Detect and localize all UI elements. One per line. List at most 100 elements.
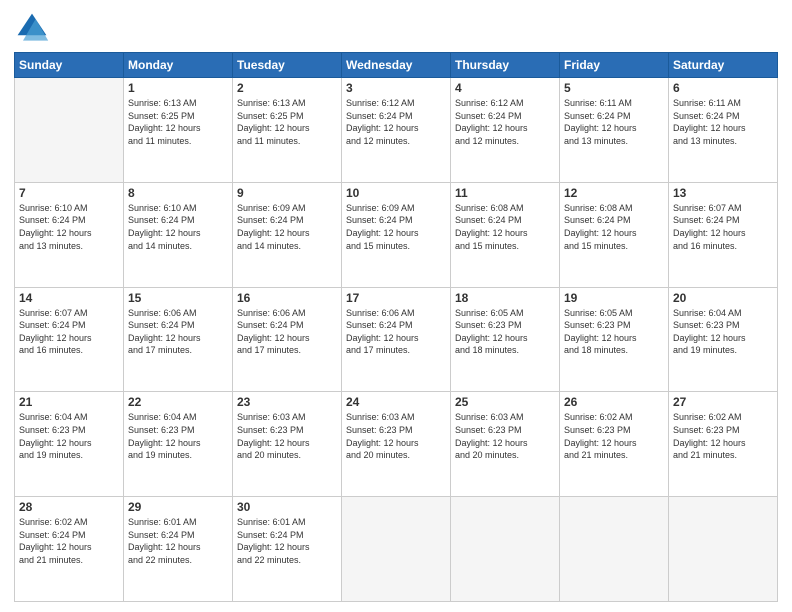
day-info: Sunrise: 6:11 AM Sunset: 6:24 PM Dayligh… — [673, 97, 773, 147]
day-info: Sunrise: 6:04 AM Sunset: 6:23 PM Dayligh… — [128, 411, 228, 461]
day-number: 26 — [564, 395, 664, 409]
day-info: Sunrise: 6:07 AM Sunset: 6:24 PM Dayligh… — [673, 202, 773, 252]
day-number: 23 — [237, 395, 337, 409]
week-row-5: 28 Sunrise: 6:02 AM Sunset: 6:24 PM Dayli… — [15, 497, 778, 602]
day-cell: 12Sunrise: 6:08 AM Sunset: 6:24 PM Dayli… — [560, 182, 669, 287]
day-number: 21 — [19, 395, 119, 409]
day-number: 11 — [455, 186, 555, 200]
day-number: 25 — [455, 395, 555, 409]
day-info: Sunrise: 6:10 AM Sunset: 6:24 PM Dayligh… — [128, 202, 228, 252]
day-number: 18 — [455, 291, 555, 305]
day-cell — [451, 497, 560, 602]
day-cell — [560, 497, 669, 602]
weekday-tuesday: Tuesday — [233, 53, 342, 78]
day-info: Sunrise: 6:04 AM Sunset: 6:23 PM Dayligh… — [19, 411, 119, 461]
day-number: 30 — [237, 500, 337, 514]
header — [14, 10, 778, 46]
day-cell: 7 Sunrise: 6:10 AM Sunset: 6:24 PM Daylig… — [15, 182, 124, 287]
day-cell: 17 Sunrise: 6:06 AM Sunset: 6:24 PM Dayli… — [342, 287, 451, 392]
day-info: Sunrise: 6:09 AM Sunset: 6:24 PM Dayligh… — [346, 202, 446, 252]
day-cell: 26 Sunrise: 6:02 AM Sunset: 6:23 PM Dayli… — [560, 392, 669, 497]
day-cell: 8 Sunrise: 6:10 AM Sunset: 6:24 PM Daylig… — [124, 182, 233, 287]
day-info: Sunrise: 6:10 AM Sunset: 6:24 PM Dayligh… — [19, 202, 119, 252]
day-cell: 30Sunrise: 6:01 AM Sunset: 6:24 PM Dayli… — [233, 497, 342, 602]
weekday-monday: Monday — [124, 53, 233, 78]
week-row-1: 1 Sunrise: 6:13 AM Sunset: 6:25 PM Daylig… — [15, 78, 778, 183]
calendar-table: SundayMondayTuesdayWednesdayThursdayFrid… — [14, 52, 778, 602]
day-cell: 2 Sunrise: 6:13 AM Sunset: 6:25 PM Daylig… — [233, 78, 342, 183]
weekday-sunday: Sunday — [15, 53, 124, 78]
calendar-header: SundayMondayTuesdayWednesdayThursdayFrid… — [15, 53, 778, 78]
day-cell: 19Sunrise: 6:05 AM Sunset: 6:23 PM Dayli… — [560, 287, 669, 392]
day-cell: 21 Sunrise: 6:04 AM Sunset: 6:23 PM Dayli… — [15, 392, 124, 497]
week-row-2: 7 Sunrise: 6:10 AM Sunset: 6:24 PM Daylig… — [15, 182, 778, 287]
day-cell — [342, 497, 451, 602]
day-cell — [15, 78, 124, 183]
day-cell: 20 Sunrise: 6:04 AM Sunset: 6:23 PM Dayli… — [669, 287, 778, 392]
day-cell: 10 Sunrise: 6:09 AM Sunset: 6:24 PM Dayli… — [342, 182, 451, 287]
calendar-body: 1 Sunrise: 6:13 AM Sunset: 6:25 PM Daylig… — [15, 78, 778, 602]
day-info: Sunrise: 6:03 AM Sunset: 6:23 PM Dayligh… — [237, 411, 337, 461]
day-cell: 27 Sunrise: 6:02 AM Sunset: 6:23 PM Dayli… — [669, 392, 778, 497]
day-number: 12 — [564, 186, 664, 200]
logo — [14, 10, 54, 46]
day-number: 8 — [128, 186, 228, 200]
day-cell: 28 Sunrise: 6:02 AM Sunset: 6:24 PM Dayli… — [15, 497, 124, 602]
day-cell: 11 Sunrise: 6:08 AM Sunset: 6:24 PM Dayli… — [451, 182, 560, 287]
day-number: 9 — [237, 186, 337, 200]
day-cell: 15 Sunrise: 6:06 AM Sunset: 6:24 PM Dayli… — [124, 287, 233, 392]
day-info: Sunrise: 6:07 AM Sunset: 6:24 PM Dayligh… — [19, 307, 119, 357]
day-number: 1 — [128, 81, 228, 95]
day-number: 19 — [564, 291, 664, 305]
day-number: 2 — [237, 81, 337, 95]
weekday-header-row: SundayMondayTuesdayWednesdayThursdayFrid… — [15, 53, 778, 78]
day-info: Sunrise: 6:02 AM Sunset: 6:23 PM Dayligh… — [564, 411, 664, 461]
day-info: Sunrise: 6:12 AM Sunset: 6:24 PM Dayligh… — [455, 97, 555, 147]
day-cell: 5Sunrise: 6:11 AM Sunset: 6:24 PM Daylig… — [560, 78, 669, 183]
day-number: 6 — [673, 81, 773, 95]
day-number: 13 — [673, 186, 773, 200]
day-info: Sunrise: 6:06 AM Sunset: 6:24 PM Dayligh… — [346, 307, 446, 357]
day-cell: 1 Sunrise: 6:13 AM Sunset: 6:25 PM Daylig… — [124, 78, 233, 183]
day-cell: 9 Sunrise: 6:09 AM Sunset: 6:24 PM Daylig… — [233, 182, 342, 287]
day-cell: 22 Sunrise: 6:04 AM Sunset: 6:23 PM Dayli… — [124, 392, 233, 497]
day-cell: 14 Sunrise: 6:07 AM Sunset: 6:24 PM Dayli… — [15, 287, 124, 392]
day-number: 7 — [19, 186, 119, 200]
day-info: Sunrise: 6:02 AM Sunset: 6:24 PM Dayligh… — [19, 516, 119, 566]
day-number: 14 — [19, 291, 119, 305]
day-info: Sunrise: 6:03 AM Sunset: 6:23 PM Dayligh… — [455, 411, 555, 461]
day-number: 24 — [346, 395, 446, 409]
day-cell: 13 Sunrise: 6:07 AM Sunset: 6:24 PM Dayli… — [669, 182, 778, 287]
weekday-wednesday: Wednesday — [342, 53, 451, 78]
weekday-thursday: Thursday — [451, 53, 560, 78]
day-cell: 3Sunrise: 6:12 AM Sunset: 6:24 PM Daylig… — [342, 78, 451, 183]
day-number: 15 — [128, 291, 228, 305]
day-cell — [669, 497, 778, 602]
day-info: Sunrise: 6:04 AM Sunset: 6:23 PM Dayligh… — [673, 307, 773, 357]
day-info: Sunrise: 6:08 AM Sunset: 6:24 PM Dayligh… — [455, 202, 555, 252]
day-info: Sunrise: 6:02 AM Sunset: 6:23 PM Dayligh… — [673, 411, 773, 461]
day-number: 16 — [237, 291, 337, 305]
day-number: 29 — [128, 500, 228, 514]
day-cell: 6 Sunrise: 6:11 AM Sunset: 6:24 PM Daylig… — [669, 78, 778, 183]
day-info: Sunrise: 6:11 AM Sunset: 6:24 PM Dayligh… — [564, 97, 664, 147]
day-cell: 16Sunrise: 6:06 AM Sunset: 6:24 PM Dayli… — [233, 287, 342, 392]
day-number: 10 — [346, 186, 446, 200]
day-cell: 25 Sunrise: 6:03 AM Sunset: 6:23 PM Dayli… — [451, 392, 560, 497]
day-cell: 24 Sunrise: 6:03 AM Sunset: 6:23 PM Dayli… — [342, 392, 451, 497]
day-info: Sunrise: 6:06 AM Sunset: 6:24 PM Dayligh… — [128, 307, 228, 357]
day-info: Sunrise: 6:13 AM Sunset: 6:25 PM Dayligh… — [237, 97, 337, 147]
day-number: 27 — [673, 395, 773, 409]
day-info: Sunrise: 6:09 AM Sunset: 6:24 PM Dayligh… — [237, 202, 337, 252]
week-row-3: 14 Sunrise: 6:07 AM Sunset: 6:24 PM Dayli… — [15, 287, 778, 392]
day-number: 20 — [673, 291, 773, 305]
weekday-friday: Friday — [560, 53, 669, 78]
day-number: 28 — [19, 500, 119, 514]
day-number: 22 — [128, 395, 228, 409]
day-info: Sunrise: 6:05 AM Sunset: 6:23 PM Dayligh… — [455, 307, 555, 357]
day-cell: 23 Sunrise: 6:03 AM Sunset: 6:23 PM Dayli… — [233, 392, 342, 497]
day-info: Sunrise: 6:03 AM Sunset: 6:23 PM Dayligh… — [346, 411, 446, 461]
day-number: 3 — [346, 81, 446, 95]
day-number: 17 — [346, 291, 446, 305]
day-info: Sunrise: 6:13 AM Sunset: 6:25 PM Dayligh… — [128, 97, 228, 147]
